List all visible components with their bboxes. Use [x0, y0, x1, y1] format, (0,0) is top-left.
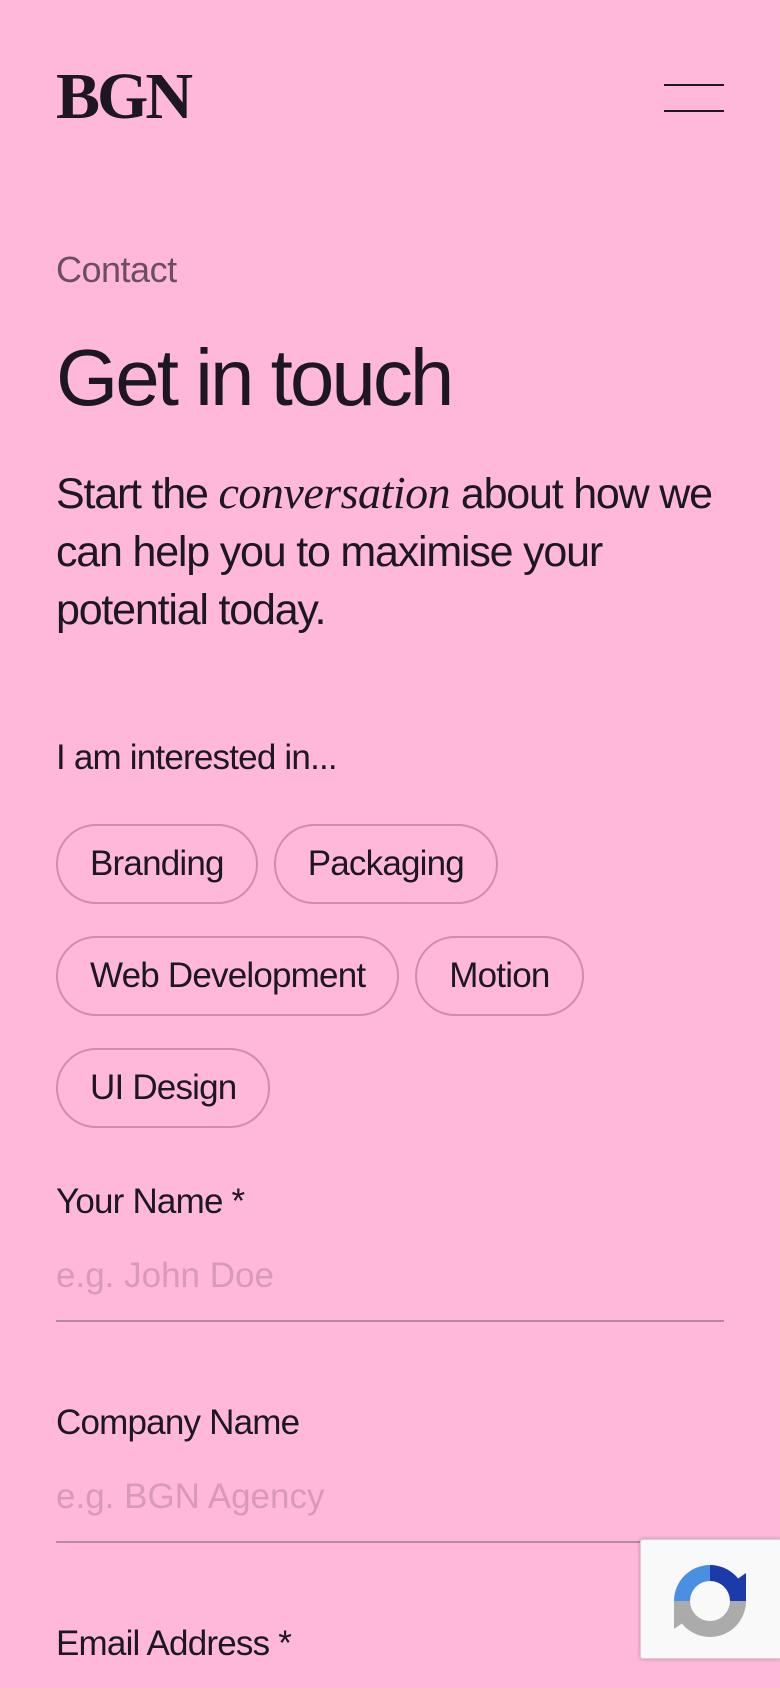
interest-chip-branding[interactable]: Branding	[56, 824, 258, 904]
recaptcha-badge[interactable]	[640, 1539, 780, 1659]
intro-text-start: Start the	[56, 470, 219, 518]
menu-line-top	[664, 84, 724, 86]
name-field-group: Your Name *	[56, 1180, 724, 1322]
interest-chip-web-development[interactable]: Web Development	[56, 936, 400, 1016]
interest-options: Branding Packaging Web Development Motio…	[56, 824, 656, 1128]
company-field-label: Company Name	[56, 1403, 300, 1442]
email-field-label: Email Address *	[56, 1624, 292, 1663]
recaptcha-icon	[674, 1565, 746, 1637]
interest-chip-motion[interactable]: Motion	[415, 936, 584, 1016]
company-input[interactable]	[56, 1475, 724, 1543]
site-header: BGN	[56, 62, 724, 132]
name-field-label: Your Name *	[56, 1182, 245, 1221]
menu-line-bottom	[664, 110, 724, 112]
intro-emphasis: conversation	[218, 467, 451, 518]
bgn-logo[interactable]: BGN	[56, 62, 193, 132]
section-eyebrow: Contact	[56, 249, 177, 290]
intro-paragraph: Start the conversation about how we can …	[56, 464, 726, 639]
interests-label: I am interested in...	[56, 738, 338, 777]
page-title: Get in touch	[56, 333, 454, 422]
interest-chip-packaging[interactable]: Packaging	[273, 824, 498, 904]
name-input[interactable]	[56, 1254, 724, 1322]
company-field-group: Company Name	[56, 1401, 724, 1543]
interest-chip-ui-design[interactable]: UI Design	[56, 1048, 271, 1128]
hamburger-menu-icon[interactable]	[664, 82, 724, 116]
email-field-group: Email Address *	[56, 1622, 724, 1666]
